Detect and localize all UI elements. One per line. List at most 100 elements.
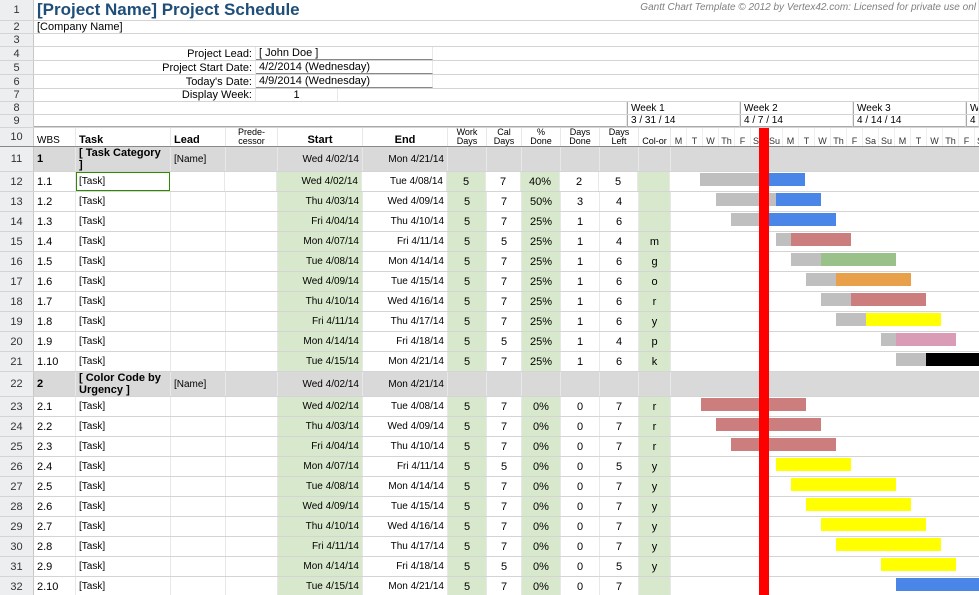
cell-pctdone[interactable]: 0%	[522, 517, 561, 536]
cell-lead[interactable]	[171, 397, 226, 416]
cell-pred[interactable]	[226, 232, 278, 251]
cell-task[interactable]: [Task]	[76, 457, 171, 476]
cell-end[interactable]: Wed 4/16/14	[363, 292, 448, 311]
cell-end[interactable]: Tue 4/08/14	[363, 397, 448, 416]
group-header-row[interactable]: 22 2 [ Color Code by Urgency ] [Name] We…	[0, 372, 979, 397]
col-wbs[interactable]: WBS	[34, 128, 76, 146]
cell-wbs[interactable]: 2.10	[34, 577, 76, 595]
col-end[interactable]: End	[363, 128, 448, 146]
cell-pred[interactable]	[226, 417, 278, 436]
cell-daysleft[interactable]: 6	[600, 252, 639, 271]
cell-start[interactable]: Fri 4/11/14	[278, 312, 363, 331]
cell-pctdone[interactable]: 25%	[522, 352, 561, 371]
cell-task[interactable]: [Task]	[76, 517, 171, 536]
cell-pred[interactable]	[225, 172, 277, 191]
cell-caldays[interactable]: 5	[487, 232, 522, 251]
cell-lead[interactable]	[171, 437, 226, 456]
cell-pred[interactable]	[226, 457, 278, 476]
cell-workdays[interactable]: 5	[448, 352, 487, 371]
cell-daysdone[interactable]: 0	[561, 437, 600, 456]
cell-daysdone[interactable]: 1	[561, 312, 600, 331]
cell-pctdone[interactable]: 0%	[522, 457, 561, 476]
col-dd[interactable]: Days Done	[561, 128, 600, 146]
cell-workdays[interactable]: 5	[448, 557, 487, 576]
cell-workdays[interactable]: 5	[448, 252, 487, 271]
cell-caldays[interactable]: 7	[487, 437, 522, 456]
table-row[interactable]: 4 Project Lead: [ John Doe ]	[0, 47, 979, 61]
cell-daysdone[interactable]: 0	[561, 577, 600, 595]
cell-pctdone[interactable]: 25%	[522, 312, 561, 331]
col-start[interactable]: Start	[278, 128, 363, 146]
cell-pred[interactable]	[226, 312, 278, 331]
cell-workdays[interactable]: 5	[448, 497, 487, 516]
cell-daysleft[interactable]: 7	[600, 537, 639, 556]
cell-color[interactable]: y	[639, 497, 671, 516]
cell-color[interactable]: y	[639, 557, 671, 576]
group2-start[interactable]: Wed 4/02/14	[278, 372, 363, 396]
cell-wbs[interactable]: 1.10	[34, 352, 76, 371]
cell-pred[interactable]	[226, 192, 278, 211]
cell-daysdone[interactable]: 1	[561, 292, 600, 311]
cell-daysleft[interactable]: 4	[600, 332, 639, 351]
cell-lead[interactable]	[171, 557, 226, 576]
cell-lead[interactable]	[171, 272, 226, 291]
cell-lead[interactable]	[171, 537, 226, 556]
cell-color[interactable]: o	[639, 272, 671, 291]
cell-daysdone[interactable]: 1	[561, 352, 600, 371]
cell-task[interactable]: [Task]	[76, 212, 171, 231]
cell-lead[interactable]	[171, 497, 226, 516]
group2-end[interactable]: Mon 4/21/14	[363, 372, 448, 396]
task-row[interactable]: 252.3[Task]Fri 4/04/14Thu 4/10/14570%07r	[0, 437, 979, 457]
cell-start[interactable]: Thu 4/10/14	[278, 292, 363, 311]
cell-daysdone[interactable]: 1	[561, 332, 600, 351]
cell-pctdone[interactable]: 40%	[521, 172, 560, 191]
cell-daysdone[interactable]: 0	[561, 537, 600, 556]
cell-start[interactable]: Fri 4/04/14	[278, 212, 363, 231]
cell-workdays[interactable]: 5	[447, 172, 486, 191]
col-pct[interactable]: % Done	[522, 128, 561, 146]
cell-daysleft[interactable]: 7	[600, 517, 639, 536]
cell-pctdone[interactable]: 25%	[522, 232, 561, 251]
cell-workdays[interactable]: 5	[448, 272, 487, 291]
cell-pred[interactable]	[226, 252, 278, 271]
cell-daysleft[interactable]: 6	[600, 212, 639, 231]
cell-wbs[interactable]: 2.4	[34, 457, 76, 476]
task-row[interactable]: 322.10[Task]Tue 4/15/14Mon 4/21/14570%07	[0, 577, 979, 595]
cell-daysleft[interactable]: 4	[600, 192, 639, 211]
cell-caldays[interactable]: 7	[487, 517, 522, 536]
cell-workdays[interactable]: 5	[448, 517, 487, 536]
cell-pred[interactable]	[226, 437, 278, 456]
cell-color[interactable]: r	[639, 437, 671, 456]
table-row[interactable]: 3	[0, 34, 979, 47]
cell-end[interactable]: Fri 4/11/14	[363, 232, 448, 251]
cell-lead[interactable]	[171, 292, 226, 311]
task-row[interactable]: 161.5[Task]Tue 4/08/14Mon 4/14/145725%16…	[0, 252, 979, 272]
cell-daysleft[interactable]: 7	[600, 417, 639, 436]
cell-wbs[interactable]: 2.8	[34, 537, 76, 556]
task-row[interactable]: 131.2[Task]Thu 4/03/14Wed 4/09/145750%34	[0, 192, 979, 212]
cell-workdays[interactable]: 5	[448, 577, 487, 595]
col-task[interactable]: Task	[76, 128, 171, 146]
cell-end[interactable]: Wed 4/09/14	[363, 192, 448, 211]
task-row[interactable]: 171.6[Task]Wed 4/09/14Tue 4/15/145725%16…	[0, 272, 979, 292]
table-row[interactable]: 5 Project Start Date: 4/2/2014 (Wednesda…	[0, 61, 979, 75]
cell-daysleft[interactable]: 4	[600, 232, 639, 251]
cell-pctdone[interactable]: 0%	[522, 577, 561, 595]
cell-wbs[interactable]: 1.1	[34, 172, 76, 191]
cell-end[interactable]: Mon 4/14/14	[363, 477, 448, 496]
group1-end[interactable]: Mon 4/21/14	[363, 147, 448, 171]
cell-workdays[interactable]: 5	[448, 417, 487, 436]
cell-task[interactable]: [Task]	[76, 292, 171, 311]
group2-wbs[interactable]: 2	[34, 372, 76, 396]
cell-wbs[interactable]: 2.9	[34, 557, 76, 576]
cell-caldays[interactable]: 7	[487, 252, 522, 271]
spreadsheet[interactable]: Gantt Chart Template © 2012 by Vertex42.…	[0, 0, 979, 595]
cell-caldays[interactable]: 7	[487, 537, 522, 556]
cell-caldays[interactable]: 7	[487, 477, 522, 496]
task-row[interactable]: 272.5[Task]Tue 4/08/14Mon 4/14/14570%07y	[0, 477, 979, 497]
cell-start[interactable]: Tue 4/15/14	[278, 352, 363, 371]
cell-start[interactable]: Mon 4/14/14	[278, 557, 363, 576]
project-lead-value[interactable]: [ John Doe ]	[256, 47, 433, 60]
cell-task[interactable]: [Task]	[76, 537, 171, 556]
cell-start[interactable]: Mon 4/14/14	[278, 332, 363, 351]
